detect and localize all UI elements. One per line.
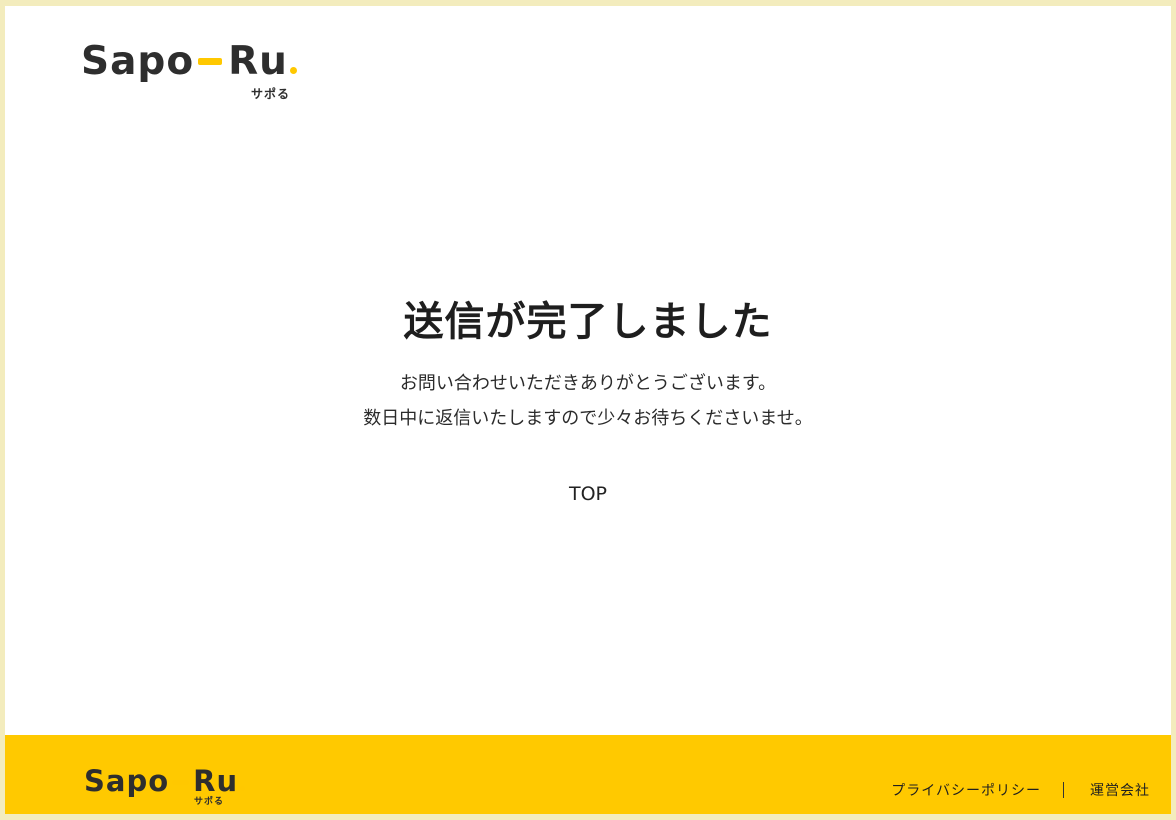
top-link[interactable]: TOP bbox=[5, 483, 1171, 505]
footer-nav: プライバシーポリシー 運営会社 bbox=[891, 780, 1150, 800]
logo-text-main: Sapo bbox=[81, 39, 195, 84]
privacy-policy-link[interactable]: プライバシーポリシー bbox=[891, 780, 1041, 800]
footer-logo-dash-mark bbox=[172, 779, 190, 785]
page-title: 送信が完了しました bbox=[403, 299, 773, 345]
logo-dash-mark bbox=[198, 58, 223, 65]
footer-logo[interactable]: Sapo Ru サポる bbox=[84, 764, 246, 807]
logo-text-tail: Ru bbox=[228, 39, 288, 84]
site-logo[interactable]: Sapo Ru サポる bbox=[81, 39, 297, 100]
footer-logo-kana: サポる bbox=[194, 797, 225, 807]
logo-dot-mark bbox=[289, 67, 297, 74]
footer-logo-text-main: Sapo bbox=[84, 764, 170, 798]
footer-logo-text-tail: Ru bbox=[193, 764, 239, 798]
page-frame: Sapo Ru サポる 送信が完了しました お問い合わせいただきありがとうございま… bbox=[5, 6, 1171, 814]
footer: Sapo Ru サポる プライバシーポリシー 運営会社 bbox=[5, 735, 1171, 814]
logo-kana: サポる bbox=[251, 87, 291, 101]
company-link[interactable]: 運営会社 bbox=[1090, 780, 1150, 800]
message-line-1: お問い合わせいただきありがとうございます。 bbox=[399, 373, 777, 394]
footer-logo-dot-mark bbox=[240, 786, 246, 791]
message-line-2: 数日中に返信いたしますので少々お待ちくださいませ。 bbox=[363, 408, 813, 429]
footer-nav-divider bbox=[1063, 782, 1064, 798]
